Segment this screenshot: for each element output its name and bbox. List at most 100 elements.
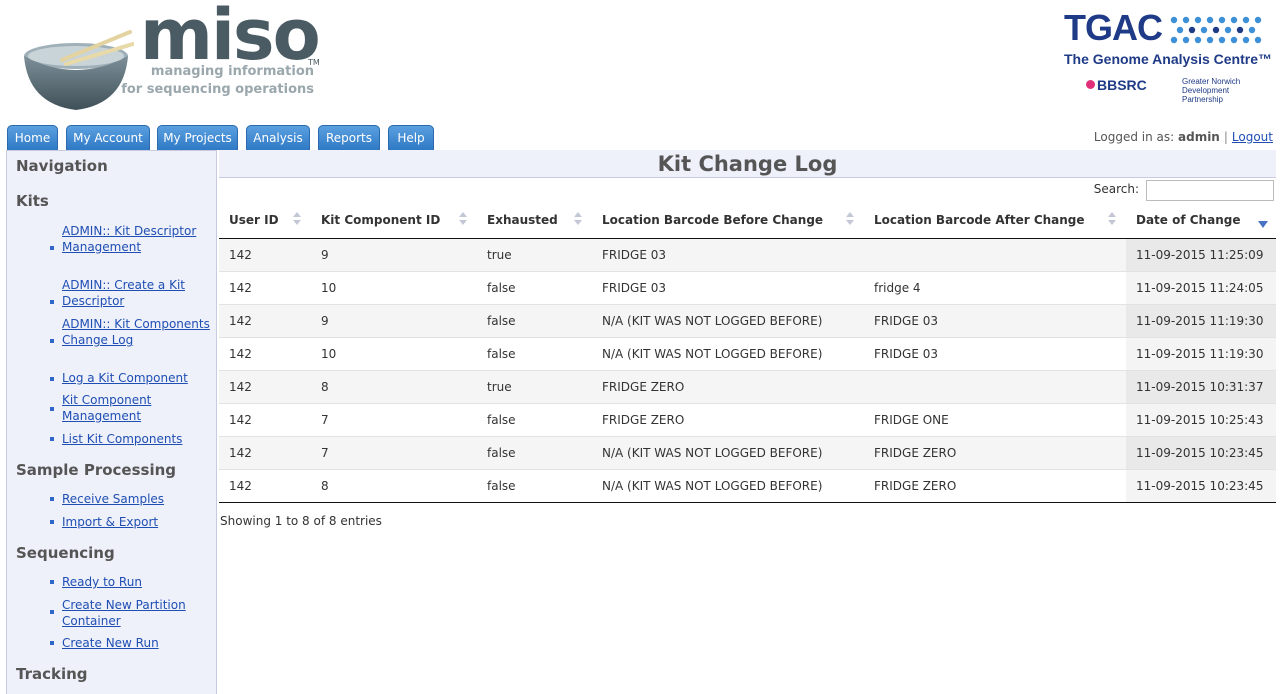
table-cell: 142 — [219, 402, 311, 436]
miso-logo[interactable]: miso TM managing information for sequenc… — [20, 0, 330, 110]
sidebar-link-create-new-run[interactable]: Create New Run — [62, 635, 212, 651]
table-cell: FRIDGE ZERO — [864, 468, 1126, 503]
sort-icon — [846, 212, 854, 226]
page-title: Kit Change Log — [219, 150, 1276, 178]
sidebar-link-create-kit-descriptor[interactable]: ADMIN:: Create a Kit Descriptor — [62, 277, 212, 309]
header: miso TM managing information for sequenc… — [0, 0, 1280, 124]
table-cell: N/A (KIT WAS NOT LOGGED BEFORE) — [592, 336, 864, 370]
bullet-icon — [50, 580, 54, 584]
table-cell — [864, 237, 1126, 271]
column-header-user-id[interactable]: User ID — [219, 202, 311, 239]
table-cell: 142 — [219, 435, 311, 469]
table-header-row: User ID Kit Component ID Exhausted Locat… — [219, 202, 1276, 239]
table-info: Showing 1 to 8 of 8 entries — [220, 514, 382, 528]
table-cell: FRIDGE ZERO — [592, 402, 864, 436]
sidebar-link-list-kit-components[interactable]: List Kit Components — [62, 431, 212, 447]
tab-my-projects[interactable]: My Projects — [157, 125, 238, 150]
table-cell: FRIDGE 03 — [864, 336, 1126, 370]
sidebar-link-receive-samples[interactable]: Receive Samples — [62, 491, 212, 507]
bullet-icon — [50, 339, 54, 343]
main-content: Kit Change Log Search: User ID Kit Compo… — [219, 150, 1276, 694]
bullet-icon — [50, 520, 54, 524]
column-header-location-after[interactable]: Location Barcode After Change — [864, 202, 1126, 239]
tab-help[interactable]: Help — [388, 125, 434, 150]
table-cell: 10 — [311, 270, 477, 304]
tgac-subtitle: The Genome Analysis Centre™ — [1064, 51, 1272, 67]
tab-analysis[interactable]: Analysis — [246, 125, 310, 150]
sort-icon — [293, 212, 301, 226]
partner-logo: Greater Norwich Development Partnership — [1182, 77, 1241, 104]
table-cell: false — [477, 270, 592, 304]
sidebar-link-log-kit-component[interactable]: Log a Kit Component — [62, 370, 212, 386]
search-input[interactable] — [1146, 180, 1274, 201]
table-cell: 11-09-2015 11:19:30 — [1126, 336, 1276, 370]
table-cell: 142 — [219, 369, 311, 403]
table-cell — [864, 369, 1126, 403]
column-header-exhausted[interactable]: Exhausted — [477, 202, 592, 239]
table-cell: false — [477, 435, 592, 469]
table-cell: false — [477, 468, 592, 503]
table-cell: 11-09-2015 10:23:45 — [1126, 435, 1276, 469]
table-cell: 9 — [311, 303, 477, 337]
bullet-icon — [50, 377, 54, 381]
bullet-icon — [50, 641, 54, 645]
sidebar-section-sequencing: Sequencing — [16, 544, 115, 562]
dna-dots-icon — [1170, 16, 1262, 44]
bbsrc-logo: BBSRC — [1086, 78, 1147, 92]
table-cell: N/A (KIT WAS NOT LOGGED BEFORE) — [592, 468, 864, 503]
table-cell: false — [477, 303, 592, 337]
table-row[interactable]: 142 9 false N/A (KIT WAS NOT LOGGED BEFORE)… — [219, 303, 1276, 337]
table-cell: 9 — [311, 237, 477, 271]
table-cell: 8 — [311, 369, 477, 403]
sidebar-link-import-export[interactable]: Import & Export — [62, 514, 212, 530]
logout-link[interactable]: Logout — [1232, 130, 1273, 144]
sidebar-section-tracking: Tracking — [16, 665, 88, 683]
table-row[interactable]: 142 7 false N/A (KIT WAS NOT LOGGED BEFORE)… — [219, 435, 1276, 469]
tagline-line-1: managing information — [150, 64, 314, 79]
tab-my-account[interactable]: My Account — [66, 125, 150, 150]
table-cell: FRIDGE ZERO — [592, 369, 864, 403]
table-cell: 11-09-2015 10:25:43 — [1126, 402, 1276, 436]
column-header-kit-component-id[interactable]: Kit Component ID — [311, 202, 477, 239]
column-header-date-of-change[interactable]: Date of Change — [1126, 202, 1276, 239]
table-row[interactable]: 142 7 false FRIDGE ZERO FRIDGE ONE 11-09-2015… — [219, 402, 1276, 436]
sidebar-link-kit-component-management[interactable]: Kit Component Management — [62, 392, 212, 424]
table-row[interactable]: 142 10 false N/A (KIT WAS NOT LOGGED BEFORE… — [219, 336, 1276, 370]
tab-reports[interactable]: Reports — [318, 125, 380, 150]
kit-change-log-table: User ID Kit Component ID Exhausted Locat… — [219, 202, 1276, 503]
sidebar-section-sample-processing: Sample Processing — [16, 461, 177, 479]
column-header-location-before[interactable]: Location Barcode Before Change — [592, 202, 864, 239]
tab-bar: Home My Account My Projects Analysis Rep… — [0, 124, 1280, 150]
table-row[interactable]: 142 8 true FRIDGE ZERO 11-09-2015 10:31:37 — [219, 369, 1276, 403]
table-cell: false — [477, 402, 592, 436]
table-cell: 142 — [219, 237, 311, 271]
table-row[interactable]: 142 9 true FRIDGE 03 11-09-2015 11:25:09 — [219, 237, 1276, 271]
bullet-icon — [50, 246, 54, 250]
sidebar-link-create-new-partition-container[interactable]: Create New Partition Container — [62, 597, 212, 629]
username: admin — [1178, 130, 1220, 144]
table-row[interactable]: 142 8 false N/A (KIT WAS NOT LOGGED BEFORE)… — [219, 468, 1276, 503]
sort-icon — [574, 212, 582, 226]
search-label: Search: — [1093, 182, 1139, 196]
tagline-line-2: for sequencing operations — [121, 82, 314, 97]
table-cell: 142 — [219, 468, 311, 503]
tab-home[interactable]: Home — [7, 125, 58, 150]
sidebar-link-ready-to-run[interactable]: Ready to Run — [62, 574, 212, 590]
tgac-logo[interactable]: TGAC The Genome Analysis Centre™ BBSRC G… — [1060, 10, 1276, 106]
sidebar-link-kit-descriptor-management[interactable]: ADMIN:: Kit Descriptor Management — [62, 223, 212, 255]
table-cell: 7 — [311, 435, 477, 469]
table-cell: FRIDGE 03 — [592, 237, 864, 271]
logged-in-label: Logged in as: — [1093, 130, 1175, 144]
table-cell: FRIDGE ONE — [864, 402, 1126, 436]
bullet-icon — [50, 497, 54, 501]
sort-icon — [459, 212, 467, 226]
table-cell: fridge 4 — [864, 270, 1126, 304]
login-separator: | — [1223, 130, 1228, 144]
sidebar-link-kit-components-change-log[interactable]: ADMIN:: Kit Components Change Log — [62, 316, 212, 348]
table-cell: FRIDGE 03 — [592, 270, 864, 304]
sort-descending-icon — [1258, 221, 1268, 228]
table-row[interactable]: 142 10 false FRIDGE 03 fridge 4 11-09-2015 11… — [219, 270, 1276, 304]
sort-icon — [1108, 212, 1116, 226]
table-cell: FRIDGE ZERO — [864, 435, 1126, 469]
table-cell: 8 — [311, 468, 477, 503]
